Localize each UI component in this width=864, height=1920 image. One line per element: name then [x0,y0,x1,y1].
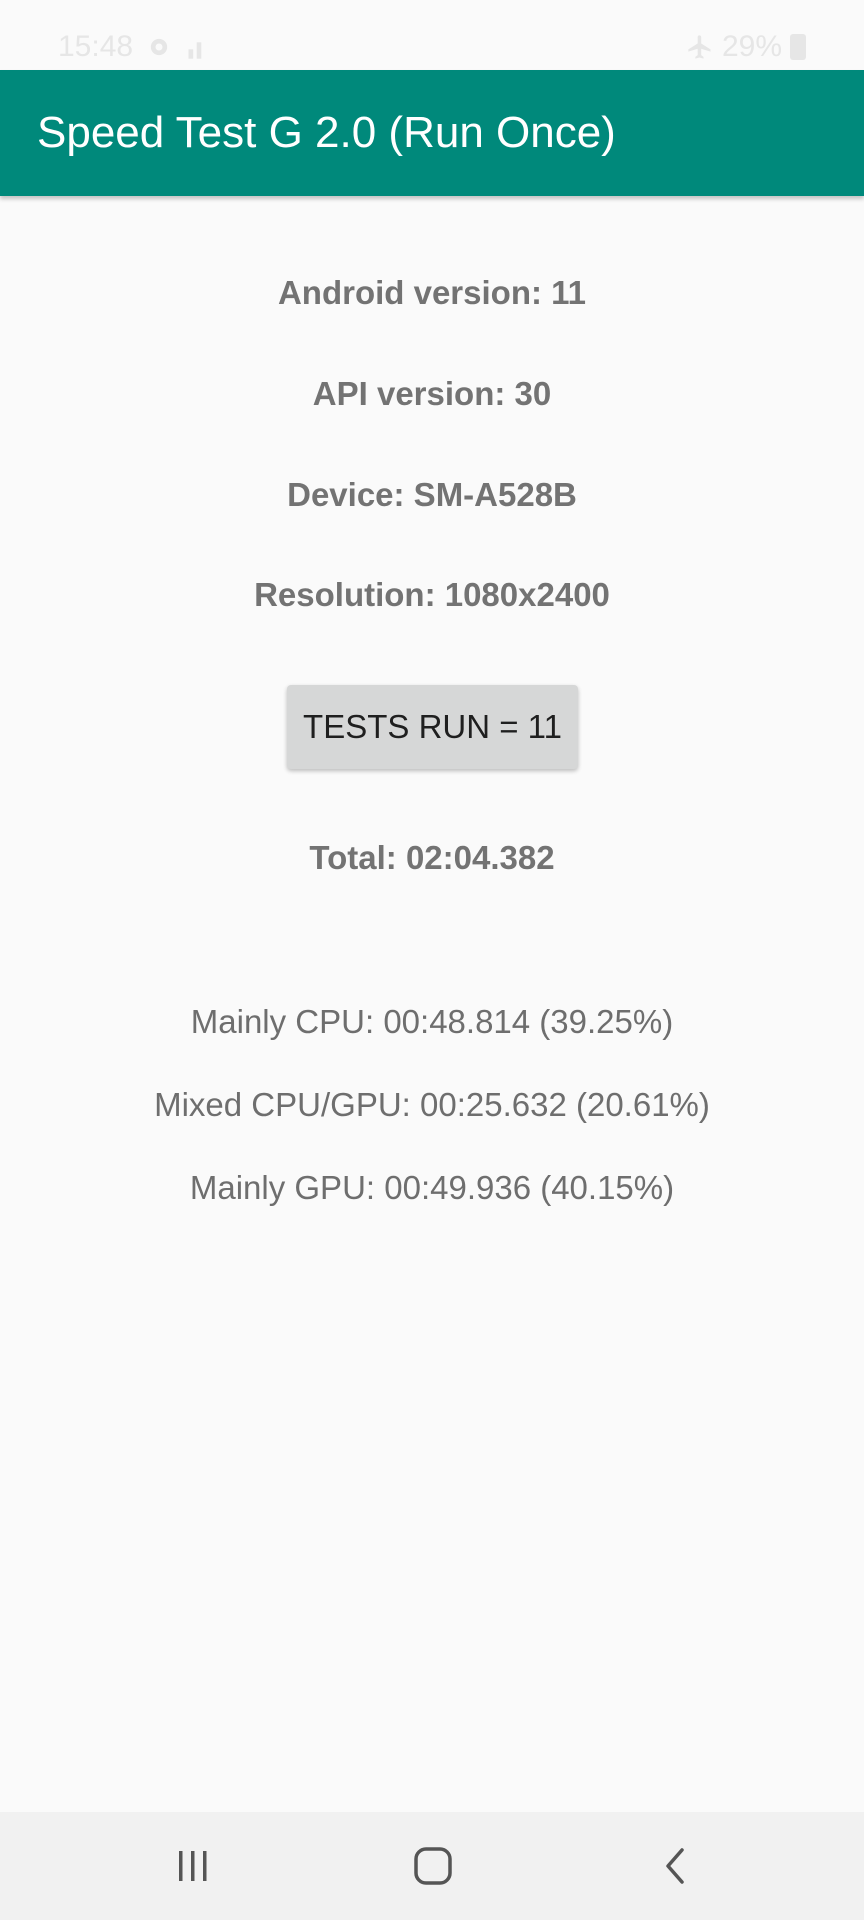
navigation-bar [0,1812,864,1920]
api-version-label: API version: 30 [312,375,552,412]
mainly-cpu-label: Mainly CPU: 00:48.814 (39.25%) [190,1003,674,1040]
status-left: 15:48 [58,30,213,64]
status-bar: 15:48 29% [0,0,864,70]
android-version-label: Android version: 11 [277,274,587,311]
status-right: 29% [686,30,806,64]
recents-icon [179,1851,207,1881]
screen: 15:48 29% Speed Test G 2.0 (Run Once) An… [0,0,864,1920]
device-label: Device: SM-A528B [287,476,577,513]
settings-icon [150,38,168,56]
airplane-icon [688,35,711,59]
battery-percent: 29% [721,30,782,63]
home-button[interactable] [373,1812,493,1920]
recents-button[interactable] [133,1812,253,1920]
app-title: Speed Test G 2.0 (Run Once) [37,108,616,157]
mainly-gpu-label: Mainly GPU: 00:49.936 (40.15%) [189,1169,675,1206]
status-time: 15:48 [58,30,134,63]
signal-icon [188,42,202,59]
tests-run-button[interactable]: TESTS RUN = 11 [287,685,578,769]
home-icon [414,1847,452,1885]
total-time-label: Total: 02:04.382 [309,839,555,876]
back-button[interactable] [616,1812,736,1920]
back-icon [666,1848,684,1884]
mixed-cpu-gpu-label: Mixed CPU/GPU: 00:25.632 (20.61%) [154,1086,710,1123]
app-bar: Speed Test G 2.0 (Run Once) [0,70,864,196]
battery-icon [790,34,806,60]
resolution-label: Resolution: 1080x2400 [254,576,610,613]
